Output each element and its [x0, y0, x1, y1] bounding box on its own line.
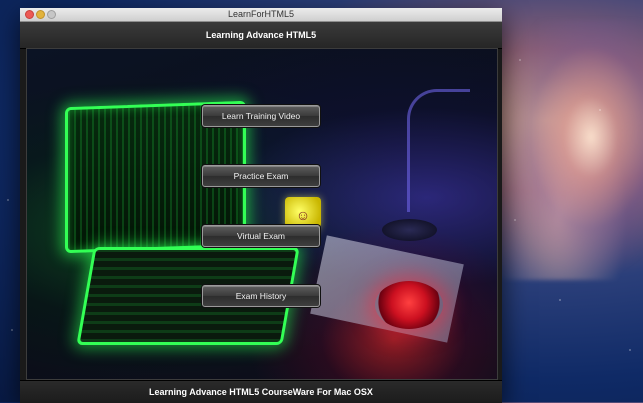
header-title: Learning Advance HTML5	[205, 30, 317, 40]
learn-training-video-button[interactable]: Learn Training Video	[202, 105, 320, 127]
title-bar[interactable]: LearnForHTML5	[20, 8, 502, 22]
desk-lamp-illustration	[407, 89, 470, 212]
app-window: LearnForHTML5 Learning Advance HTML5 ☺ L…	[20, 8, 502, 403]
practice-exam-button[interactable]: Practice Exam	[202, 165, 320, 187]
exam-history-button[interactable]: Exam History	[202, 285, 320, 307]
app-footer: Learning Advance HTML5 CourseWare For Ma…	[20, 380, 502, 403]
footer-text: Learning Advance HTML5 CourseWare For Ma…	[149, 387, 373, 397]
window-title: LearnForHTML5	[227, 9, 295, 19]
main-content: ☺ Learn Training Video Practice Exam Vir…	[26, 48, 498, 380]
virtual-exam-button[interactable]: Virtual Exam	[202, 225, 320, 247]
smiley-icon: ☺	[295, 207, 311, 223]
desk-lamp-base	[382, 219, 437, 241]
app-header: Learning Advance HTML5	[20, 22, 502, 49]
rose-illustration	[375, 281, 443, 329]
